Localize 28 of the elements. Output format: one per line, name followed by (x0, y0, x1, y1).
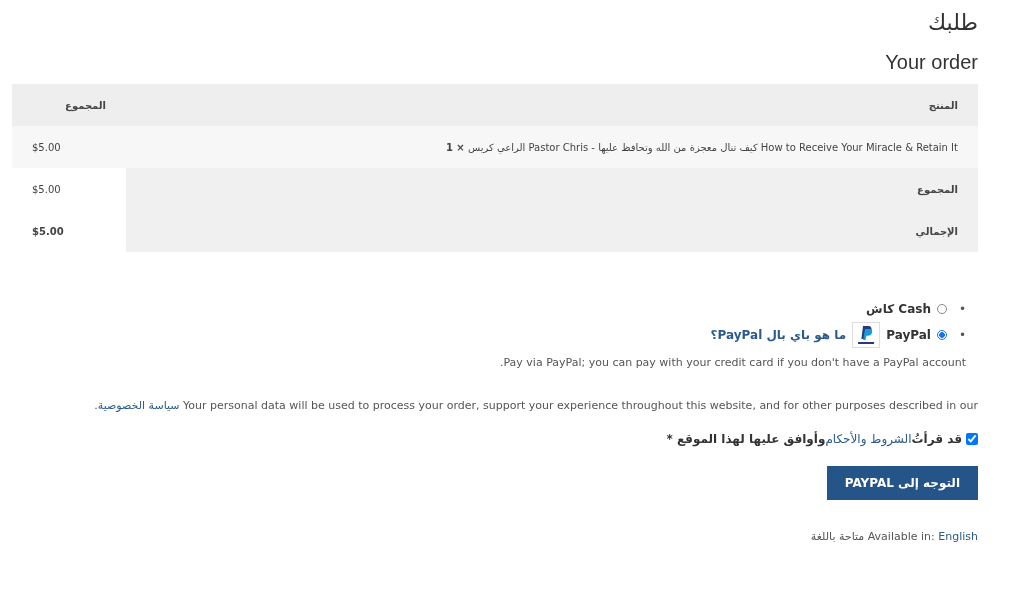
info-link[interactable]: ما هو باي بال PayPal؟ (710, 328, 847, 342)
language-text: متاحة باللغة (810, 530, 866, 543)
language-link[interactable]: English (938, 530, 978, 543)
terms-text: قد قرأتُ (911, 432, 962, 446)
table-cell: $5.00 (12, 168, 126, 210)
privacy-text: Your personal data will be used to process your order, support your experience throughout this website, and for other purposes described in our (182, 399, 978, 412)
required-mark: * (666, 432, 673, 446)
payment-description: Pay via PayPal; you can pay with your credit card if you don't have a PayPal account. (498, 356, 966, 369)
section-heading: Your order (884, 51, 978, 74)
column-header: المنتج (126, 84, 978, 126)
bullet-mark: • (958, 302, 966, 316)
column-header: المجموع (12, 84, 126, 126)
payment-label[interactable]: PayPal (886, 328, 931, 342)
radio-button[interactable] (936, 330, 947, 340)
table-cell: الإجمالي (126, 210, 978, 252)
page-heading: طلبك (927, 10, 978, 35)
period-text: . (94, 399, 98, 412)
terms-link[interactable]: الشروط والأحكام (825, 432, 912, 446)
language-text: Available in: (867, 530, 936, 543)
paypal-button[interactable]: التوجه إلى PAYPAL (826, 466, 978, 500)
terms-text: وأوافق عليها لهذا الموقع (676, 432, 826, 446)
bullet-mark: • (958, 328, 966, 342)
terms-checkbox[interactable] (966, 433, 978, 445)
table-cell: $5.00 (12, 126, 126, 168)
paypal-logo-icon (852, 322, 881, 348)
table-cell: المجموع (126, 168, 978, 210)
payment-label[interactable]: Cash كاش (866, 302, 931, 316)
radio-button[interactable] (936, 304, 947, 314)
